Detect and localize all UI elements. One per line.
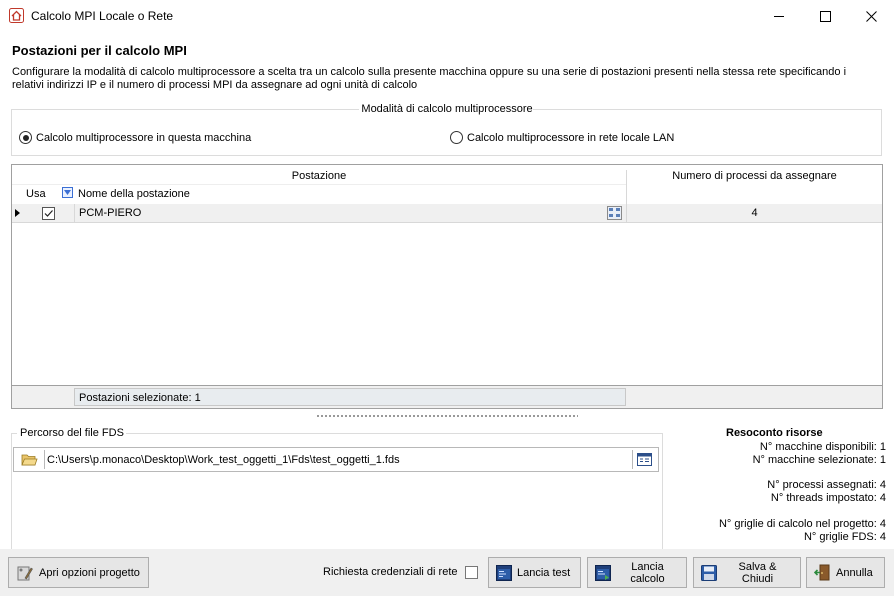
run-test-button[interactable]: Lancia test <box>488 557 581 588</box>
res-fds-grids: N° griglie FDS: 4 <box>803 531 886 543</box>
row-indicator-icon <box>15 209 20 217</box>
tools-icon <box>17 566 33 580</box>
page-title: Postazioni per il calcolo MPI <box>12 43 187 58</box>
window-title: Calcolo MPI Locale o Rete <box>31 9 174 23</box>
res-machines-selected: N° macchine selezionate: 1 <box>752 454 886 466</box>
radio-unselected-icon <box>450 131 463 144</box>
res-processes-assigned: N° processi assegnati: 4 <box>767 479 886 491</box>
row-usa-checkbox[interactable] <box>42 207 55 220</box>
maximize-icon <box>819 10 831 22</box>
fds-path-input[interactable] <box>44 450 628 469</box>
save-close-button[interactable]: Salva & Chiudi <box>693 557 801 588</box>
row-processi[interactable]: 4 <box>626 204 882 223</box>
open-folder-button[interactable] <box>16 450 42 469</box>
minimize-icon <box>773 15 784 17</box>
radio-selected-icon <box>19 131 32 144</box>
mode-group-title: Modalità di calcolo multiprocessore <box>361 103 533 115</box>
row-name-cell[interactable]: PCM-PIERO <box>74 204 626 223</box>
radio-lan-label: Calcolo multiprocessore in rete locale L… <box>467 131 675 144</box>
credentials-label: Richiesta credenziali di rete <box>323 566 458 578</box>
open-project-options-button[interactable]: Apri opzioni progetto <box>8 557 149 588</box>
browse-file-button[interactable] <box>632 450 656 469</box>
page-description: Configurare la modalità di calcolo multi… <box>12 66 847 91</box>
cancel-button[interactable]: Annulla <box>806 557 885 588</box>
grid-footer: Postazioni selezionate: 1 <box>12 385 882 408</box>
close-icon <box>865 10 877 22</box>
run-test-label: Lancia test <box>517 566 571 579</box>
save-close-label: Salva & Chiudi <box>738 560 777 585</box>
exit-door-icon <box>814 564 830 581</box>
file-list-icon <box>637 453 652 466</box>
close-button[interactable] <box>848 0 894 32</box>
fds-path-box <box>13 447 659 472</box>
filter-icon[interactable] <box>62 187 73 198</box>
checkmark-icon <box>44 210 53 217</box>
table-row[interactable]: PCM-PIERO 4 <box>12 204 882 223</box>
run-calculation-label: Lancia calcolo <box>630 560 665 585</box>
title-bar: Calcolo MPI Locale o Rete <box>0 0 894 32</box>
radio-local-label: Calcolo multiprocessore in questa macchi… <box>36 131 252 144</box>
minimize-button[interactable] <box>756 0 802 32</box>
console-run-icon <box>595 564 611 581</box>
res-machines-available: N° macchine disponibili: 1 <box>759 441 886 453</box>
run-calculation-button[interactable]: Lancia calcolo <box>587 557 687 588</box>
maximize-button[interactable] <box>802 0 848 32</box>
row-name: PCM-PIERO <box>79 207 142 219</box>
splitter-handle[interactable] <box>316 414 578 419</box>
network-computer-icon[interactable] <box>607 206 622 220</box>
save-icon <box>701 564 717 581</box>
console-icon <box>496 564 512 581</box>
workstation-grid: Postazione Numero di processi da assegna… <box>11 164 883 409</box>
open-project-options-label: Apri opzioni progetto <box>39 566 140 579</box>
grid-header: Postazione Numero di processi da assegna… <box>12 165 882 208</box>
column-usa[interactable]: Usa <box>26 188 46 200</box>
header-postazione: Postazione <box>291 170 347 182</box>
cancel-label: Annulla <box>836 566 873 579</box>
fds-group-title: Percorso del file FDS <box>18 427 126 439</box>
app-house-icon <box>9 8 24 23</box>
column-nome-postazione[interactable]: Nome della postazione <box>78 188 190 200</box>
folder-icon <box>20 454 38 465</box>
res-project-grids: N° griglie di calcolo nel progetto: 4 <box>718 518 886 530</box>
header-numero-processi[interactable]: Numero di processi da assegnare <box>626 170 882 208</box>
radio-local-machine[interactable]: Calcolo multiprocessore in questa macchi… <box>19 131 251 144</box>
res-threads: N° threads impostato: 4 <box>770 492 886 504</box>
radio-lan[interactable]: Calcolo multiprocessore in rete locale L… <box>450 131 674 144</box>
selected-count: Postazioni selezionate: 1 <box>79 392 201 404</box>
credentials-checkbox[interactable] <box>465 566 478 579</box>
resources-title: Resoconto risorse <box>726 427 823 439</box>
